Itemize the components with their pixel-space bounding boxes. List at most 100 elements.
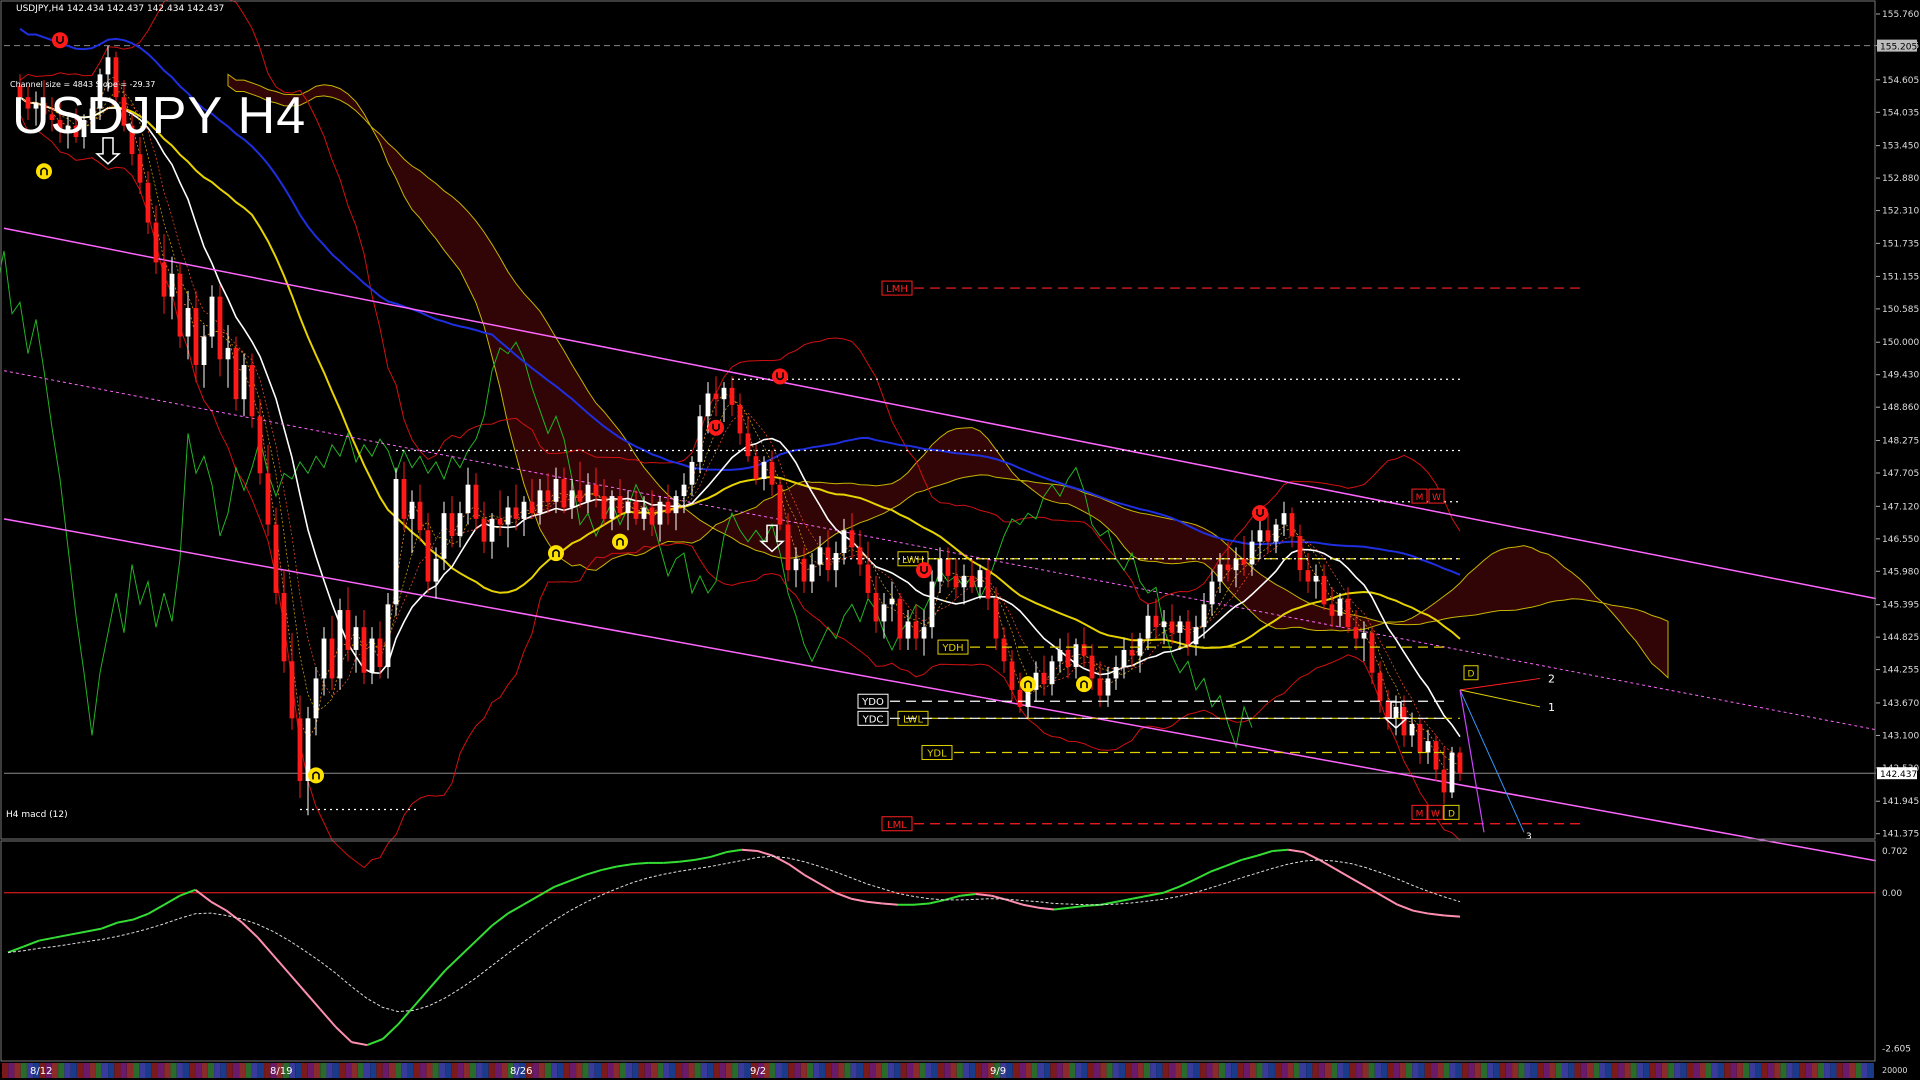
macd-pane (4, 848, 1876, 1047)
macd-main-segment (210, 900, 228, 912)
time-strip-cell (1356, 1063, 1363, 1078)
time-strip-cell (1468, 1063, 1475, 1078)
candle-body (1081, 644, 1087, 656)
candle-body (969, 575, 975, 588)
candle-body (961, 575, 967, 588)
time-strip-cell (1293, 1063, 1300, 1078)
candle-body (497, 518, 503, 525)
candle-body (1441, 769, 1447, 793)
time-strip-cell (607, 1063, 614, 1078)
candle-body (665, 501, 671, 514)
macd-main-segment (757, 850, 774, 857)
time-strip-cell (1187, 1063, 1194, 1078)
time-strip-cell (1037, 1063, 1045, 1078)
candle-body (465, 484, 471, 514)
candle-body (409, 501, 415, 519)
time-strip-cell (1593, 1063, 1600, 1078)
time-strip-cell (1312, 1063, 1319, 1078)
macd-main-segment (913, 902, 930, 906)
price-tick-label: 145.980 (1882, 567, 1919, 577)
projection-line-3 (1459, 689, 1525, 833)
candle-body (441, 513, 447, 559)
time-strip-cell (713, 1063, 720, 1078)
candle-body (1297, 535, 1303, 571)
time-strip-cell (14, 1063, 21, 1078)
time-strip-cell (1474, 1063, 1481, 1078)
candle-body (393, 478, 399, 605)
time-strip-cell (232, 1063, 240, 1078)
macd-main-segment (1162, 885, 1180, 894)
candle-body (865, 564, 871, 593)
time-strip-cell (1449, 1063, 1456, 1078)
candle-body (225, 347, 231, 360)
time-strip-cell (314, 1063, 321, 1078)
period-box-top-M-label: M (1416, 493, 1424, 503)
candle-body (1409, 724, 1415, 736)
time-strip-cell (1849, 1063, 1856, 1078)
macd-main-segment (772, 854, 790, 865)
time-strip-cell (1611, 1063, 1619, 1078)
time-strip-cell (413, 1063, 421, 1078)
time-strip-cell (969, 1063, 976, 1078)
time-strip-cell (207, 1063, 215, 1078)
time-strip-cell (863, 1063, 870, 1078)
time-strip-cell (1237, 1063, 1244, 1078)
candle-body (705, 393, 711, 417)
current-price-label: 142.437 (1880, 770, 1917, 780)
candle-body (713, 393, 719, 400)
candle-body (1345, 598, 1351, 628)
macd-main-segment (85, 927, 102, 933)
macd-main-segment (39, 936, 56, 942)
macd-main-segment (319, 1008, 337, 1028)
time-strip-cell (1131, 1063, 1138, 1078)
signal-up-icon (548, 545, 564, 562)
candle-body (769, 461, 775, 485)
candle-body (433, 558, 439, 582)
time-strip-cell (775, 1063, 782, 1078)
time-strip-cell (1699, 1063, 1706, 1078)
time-strip-cell (201, 1063, 208, 1078)
candle-body (1185, 621, 1191, 645)
time-strip-cell (1118, 1063, 1126, 1078)
candle-body (737, 404, 743, 434)
time-strip-cell (650, 1063, 658, 1078)
time-strip-cell (1749, 1063, 1756, 1078)
time-strip-cell (195, 1063, 202, 1078)
candle-body (1177, 621, 1183, 633)
time-strip-cell (1044, 1063, 1051, 1078)
channel-upper (3, 227, 1877, 600)
time-strip-cell (1443, 1063, 1450, 1078)
time-strip-cell (1549, 1063, 1556, 1078)
time-strip-cell (245, 1063, 252, 1078)
time-strip-cell (563, 1063, 570, 1078)
candle-body (873, 592, 879, 622)
time-strip-cell (1799, 1063, 1806, 1078)
time-strip-cell (1512, 1063, 1519, 1078)
price-tick-label: 146.550 (1882, 535, 1919, 545)
time-strip-cell (488, 1063, 495, 1078)
macd-main-segment (335, 1026, 353, 1043)
candle-body (145, 182, 151, 223)
time-strip-cell (226, 1063, 233, 1078)
projection-line-purple (1459, 689, 1485, 833)
time-strip-cell (931, 1063, 938, 1078)
time-strip-cell (1156, 1063, 1163, 1078)
time-strip-cell (1805, 1063, 1812, 1078)
macd-main-segment (1053, 906, 1070, 911)
macd-main-segment (1116, 897, 1133, 903)
macd-main-segment (303, 990, 322, 1010)
price-tick-label: 141.945 (1882, 797, 1919, 807)
time-strip-cell (1661, 1063, 1669, 1078)
candle-body (569, 490, 575, 508)
time-strip-cell (632, 1063, 639, 1078)
time-strip-cell (1499, 1063, 1506, 1078)
time-strip-cell (626, 1063, 633, 1078)
candle-body (953, 575, 959, 588)
candle-body (657, 501, 663, 525)
period-box-top-W-label: W (1432, 493, 1441, 503)
time-strip-cell (1480, 1063, 1488, 1078)
candle-body (177, 273, 183, 337)
time-strip-cell (881, 1063, 889, 1078)
candle-body (1337, 598, 1343, 616)
time-strip-cell (1406, 1063, 1413, 1078)
